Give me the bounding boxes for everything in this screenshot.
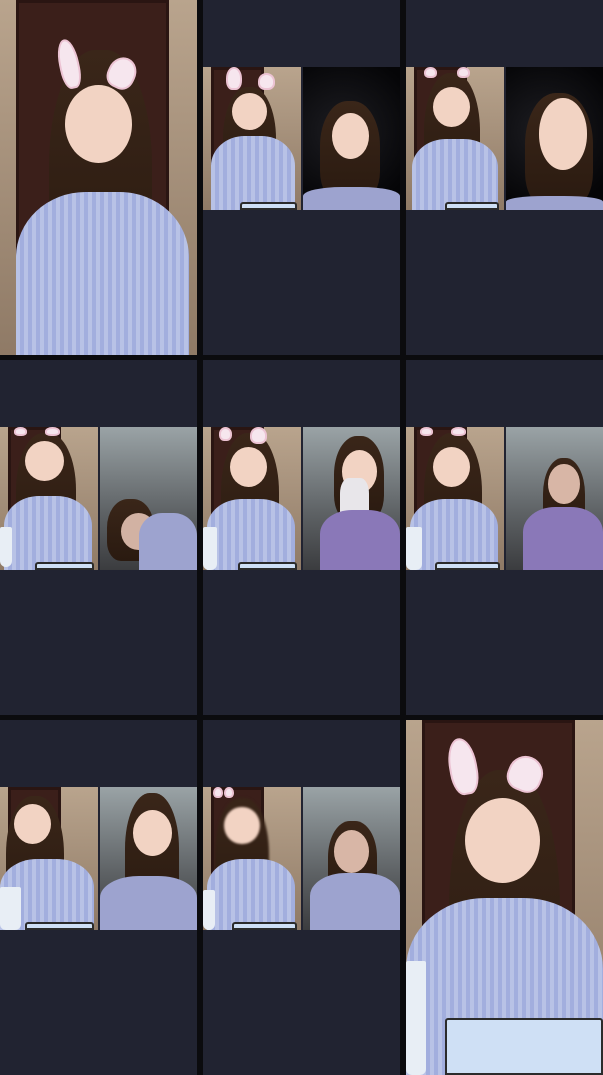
video-tile-8[interactable] xyxy=(203,720,400,1075)
host-camera xyxy=(203,427,301,570)
video-tile-7[interactable] xyxy=(0,720,197,1075)
video-frame xyxy=(406,427,603,570)
drink-cup xyxy=(406,961,426,1075)
drink-cup xyxy=(203,527,217,570)
video-frame xyxy=(203,427,400,570)
guest-camera xyxy=(302,787,400,930)
drink-cup xyxy=(406,527,422,570)
video-tile-6[interactable] xyxy=(406,360,603,715)
tablet-device xyxy=(238,562,297,570)
bunny-ear-icon xyxy=(249,427,268,445)
tablet-device xyxy=(25,922,94,930)
bunny-ear-icon xyxy=(13,427,28,436)
bunny-ear-icon xyxy=(419,427,434,436)
host-camera xyxy=(406,67,504,210)
tablet-device xyxy=(240,202,297,210)
bunny-ear-icon xyxy=(44,427,61,436)
bunny-ear-icon xyxy=(456,67,471,79)
guest-camera xyxy=(99,427,197,570)
video-frame xyxy=(203,67,400,210)
tablet-device xyxy=(35,562,94,570)
guest-camera xyxy=(302,67,400,210)
video-tile-2[interactable] xyxy=(203,0,400,355)
video-tile-1[interactable] xyxy=(0,0,197,355)
bunny-ear-icon xyxy=(224,787,235,799)
video-frame xyxy=(406,67,603,210)
guest-camera xyxy=(302,427,400,570)
bunny-ear-icon xyxy=(423,67,438,79)
host-camera xyxy=(0,0,197,355)
guest-camera xyxy=(505,427,603,570)
host-camera xyxy=(0,787,98,930)
guest-camera xyxy=(505,67,603,210)
host-camera xyxy=(203,787,301,930)
host-camera xyxy=(406,720,603,1075)
video-tile-9[interactable] xyxy=(406,720,603,1075)
video-frame xyxy=(406,720,603,1075)
drink-cup xyxy=(203,889,215,930)
video-frame xyxy=(0,0,197,355)
guest-camera xyxy=(99,787,197,930)
drink-cup xyxy=(0,887,22,930)
host-camera xyxy=(406,427,504,570)
video-frame xyxy=(0,427,197,570)
video-tile-4[interactable] xyxy=(0,360,197,715)
host-camera xyxy=(0,427,98,570)
bunny-ear-icon xyxy=(212,787,223,799)
host-camera xyxy=(203,67,301,210)
tablet-device xyxy=(435,562,500,570)
bunny-ear-icon xyxy=(218,427,233,442)
bunny-ear-icon xyxy=(226,67,242,90)
video-frame xyxy=(0,787,197,930)
video-grid xyxy=(0,0,603,1075)
tablet-device xyxy=(445,202,499,210)
bunny-ear-icon xyxy=(257,72,276,90)
video-tile-5[interactable] xyxy=(203,360,400,715)
drink-cup xyxy=(0,527,12,568)
video-tile-3[interactable] xyxy=(406,0,603,355)
video-frame xyxy=(203,787,400,930)
tablet-device xyxy=(445,1018,603,1075)
tablet-device xyxy=(232,922,297,930)
bunny-ear-icon xyxy=(450,427,467,436)
